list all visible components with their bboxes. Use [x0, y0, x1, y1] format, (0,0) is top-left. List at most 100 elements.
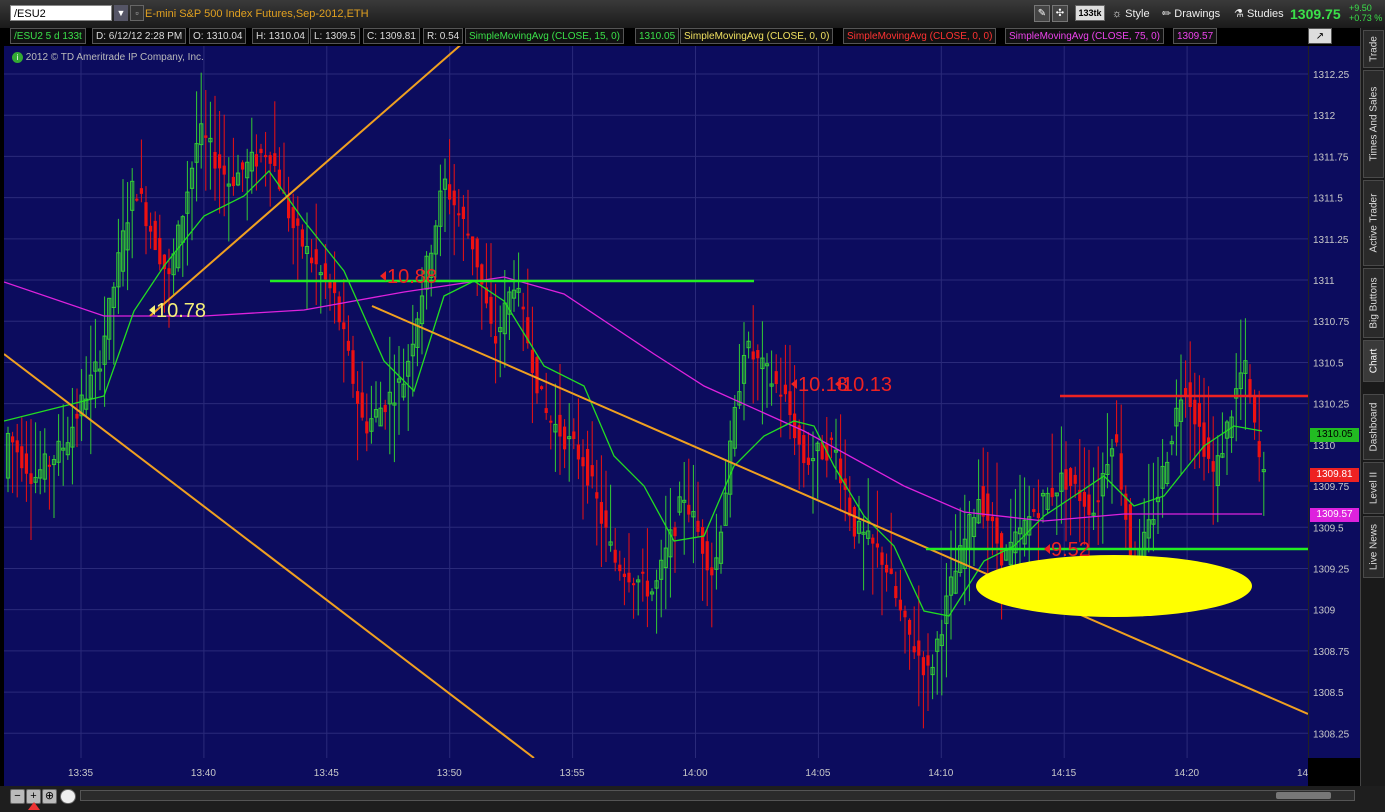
down-candle-body [581, 457, 585, 467]
down-candle-body [908, 619, 912, 635]
tab-dashboard[interactable]: Dashboard [1363, 394, 1384, 460]
down-candle-body [903, 610, 907, 618]
y-tick-label: 1308.25 [1313, 729, 1350, 740]
down-candle-body [783, 384, 787, 395]
price-axis-labels: 1312.25 1312 1311.75 1311.5 1311.25 1311 1310.… [1313, 70, 1350, 740]
y-tick-label: 1312.25 [1313, 70, 1350, 81]
down-candle-body [489, 296, 493, 324]
horizontal-scrollbar[interactable] [80, 790, 1355, 801]
instrument-title: E-mini S&P 500 Index Futures,Sep-2012,ET… [145, 8, 369, 20]
down-candle-body [622, 573, 626, 578]
down-candle-body [599, 502, 603, 524]
symbol-dropdown-icon[interactable]: ▼ [114, 5, 128, 21]
style-button[interactable]: ☼ Style [1108, 5, 1154, 23]
last-price: 1309.75 [1290, 6, 1341, 22]
scrollbar-thumb[interactable] [1276, 792, 1331, 799]
tab-trade[interactable]: Trade [1363, 30, 1384, 68]
zoom-reset-icon[interactable] [60, 789, 76, 804]
y-tick-label: 1309.75 [1313, 482, 1350, 493]
aggregation-button[interactable]: 133tk [1075, 5, 1105, 21]
sma15-value: 1310.05 [635, 28, 680, 44]
down-candle-body [673, 527, 677, 537]
crosshair-icon[interactable]: ✣ [1052, 5, 1068, 22]
down-candle-body [618, 564, 622, 572]
zoom-out-icon[interactable]: − [10, 789, 25, 804]
chart-settings-icon[interactable]: ↗ [1308, 28, 1332, 44]
bar-close: C: 1309.81 [363, 28, 420, 44]
down-candle-body [29, 473, 33, 484]
down-candle-body [921, 657, 925, 676]
down-candle-body [204, 135, 208, 138]
tab-chart[interactable]: Chart [1363, 340, 1384, 382]
down-candle-body [586, 448, 590, 486]
down-candle-body [788, 391, 792, 416]
tools-icon[interactable]: ✎ [1034, 5, 1050, 22]
time-axis-labels: 13:35 13:40 13:45 13:50 13:55 14:00 14:05 14:10… [68, 768, 1322, 779]
down-candle-body [475, 238, 479, 268]
down-candle-body [880, 552, 884, 565]
down-candle-body [590, 465, 594, 477]
down-candle-body [871, 537, 875, 544]
down-candle-body [218, 154, 222, 169]
studies-button[interactable]: ⚗ Studies [1230, 5, 1288, 23]
tab-times-and-sales[interactable]: Times And Sales [1363, 70, 1384, 178]
chart-canvas[interactable]: 10.7810.8810.1310.139.52 [3, 41, 1311, 759]
down-candle-body [1073, 474, 1077, 484]
down-candle-body [231, 176, 235, 187]
tab-level-ii[interactable]: Level II [1363, 462, 1384, 514]
highlight-ellipse [976, 555, 1252, 617]
down-candle-body [852, 506, 856, 537]
tab-live-news[interactable]: Live News [1363, 516, 1384, 578]
down-candle-body [1253, 396, 1257, 423]
down-candle-body [296, 218, 300, 226]
x-tick-label: 13:40 [191, 768, 216, 779]
y-tick-label: 1310.25 [1313, 400, 1350, 411]
x-tick-label: 14:10 [928, 768, 953, 779]
down-candle-body [1211, 461, 1215, 472]
time-axis[interactable]: 13:35 13:40 13:45 13:50 13:55 14:00 14:05 14:10… [4, 758, 1322, 786]
down-candle-body [756, 350, 760, 359]
link-icon[interactable]: ▫ [130, 5, 144, 21]
sma0b-label[interactable]: SimpleMovingAvg (CLOSE, 0, 0) [843, 28, 997, 44]
down-candle-body [710, 567, 714, 576]
down-candle-body [222, 165, 226, 175]
sma15-label[interactable]: SimpleMovingAvg (CLOSE, 15, 0) [465, 28, 624, 44]
down-candle-body [751, 351, 755, 360]
down-candle-body [641, 571, 645, 574]
down-candle-body [346, 340, 350, 351]
change-absolute: +9.50 [1349, 3, 1372, 13]
zoom-fit-icon[interactable]: ⊕ [42, 789, 57, 804]
down-candle-body [898, 599, 902, 611]
down-candle-body [1087, 494, 1091, 515]
down-candle-body [1069, 468, 1073, 487]
symbol-input[interactable]: /ESU2 [10, 5, 112, 21]
price-axis[interactable]: 1312.25 1312 1311.75 1311.5 1311.25 1311 1310.… [1308, 46, 1361, 758]
down-candle-body [75, 413, 79, 419]
down-candle-body [540, 386, 544, 390]
down-candle-body [1207, 437, 1211, 459]
down-candle-body [926, 655, 930, 666]
down-candle-body [986, 493, 990, 521]
down-candle-body [310, 257, 314, 264]
sma75-label[interactable]: SimpleMovingAvg (CLOSE, 75, 0) [1005, 28, 1164, 44]
y-tick-label: 1310 [1313, 441, 1336, 452]
tab-active-trader[interactable]: Active Trader [1363, 180, 1384, 266]
down-candle-body [300, 229, 304, 247]
price-chart[interactable]: 10.78 10.88 10.13 10.13 9.52 i 2012 © TD Ame… [3, 41, 1311, 759]
x-tick-label: 13:35 [68, 768, 93, 779]
down-candle-body [981, 486, 985, 517]
down-candle-body [457, 213, 461, 216]
down-candle-body [613, 549, 617, 563]
down-candle-body [452, 190, 456, 206]
drawings-button[interactable]: ✏ Drawings [1158, 5, 1224, 23]
down-candle-body [806, 457, 810, 465]
down-candle-body [687, 504, 691, 515]
alert-arrow-icon[interactable] [28, 802, 40, 810]
down-candle-body [576, 444, 580, 460]
info-icon[interactable]: i [12, 52, 23, 63]
sma0-label[interactable]: SimpleMovingAvg (CLOSE, 0, 0) [680, 28, 834, 44]
down-candle-body [351, 350, 355, 384]
tab-big-buttons[interactable]: Big Buttons [1363, 268, 1384, 338]
down-candle-body [1197, 402, 1201, 427]
change-percent: +0.73 % [1349, 13, 1383, 23]
